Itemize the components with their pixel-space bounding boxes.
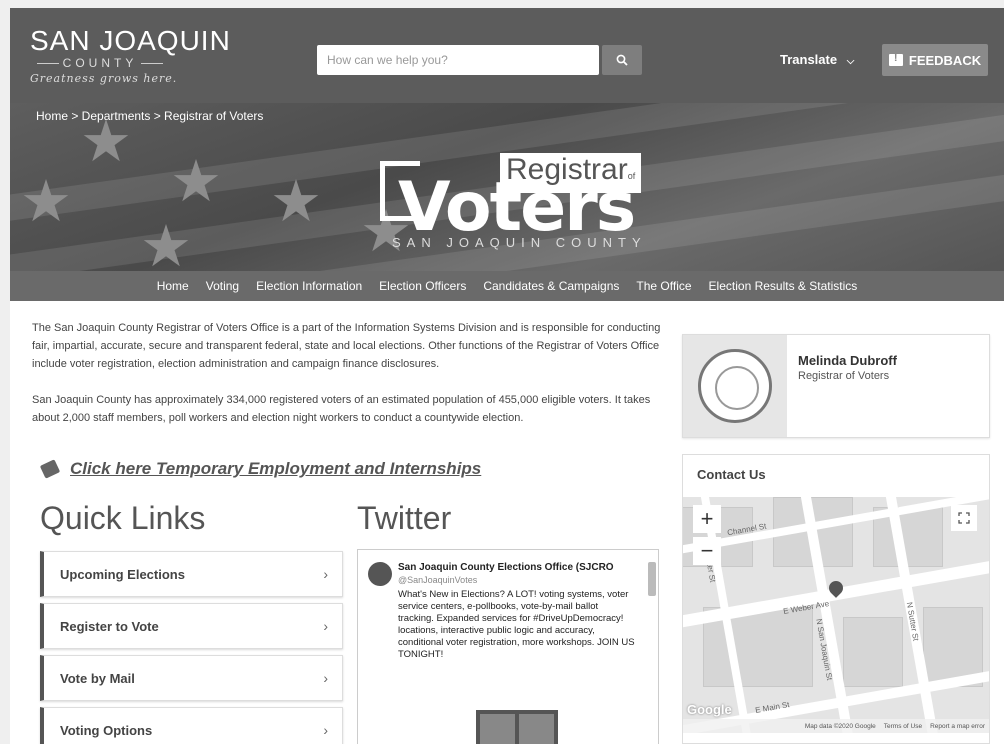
star-icon: ★ [140, 214, 192, 272]
twitter-heading: Twitter [357, 500, 452, 536]
logo-subtitle: COUNTY [30, 56, 170, 70]
nav-election-results[interactable]: Election Results & Statistics [709, 279, 858, 293]
intro-text: The San Joaquin County Registrar of Vote… [32, 319, 672, 427]
tweet-image-panel [480, 714, 515, 744]
quick-link-label: Register to Vote [60, 618, 159, 634]
nav-candidates-campaigns[interactable]: Candidates & Campaigns [483, 279, 619, 293]
nav-the-office[interactable]: The Office [636, 279, 691, 293]
google-logo: Google [687, 702, 732, 717]
site-header: SAN JOAQUIN COUNTY Greatness grows here.… [10, 8, 1004, 103]
page-frame: SAN JOAQUIN COUNTY Greatness grows here.… [10, 8, 1004, 744]
employment-link[interactable]: Click here Temporary Employment and Inte… [70, 459, 481, 479]
main-nav: Home Voting Election Information Electio… [10, 271, 1004, 301]
star-icon: ★ [20, 169, 72, 234]
chevron-right-icon: › [323, 722, 328, 738]
county-seal-wrap [683, 335, 787, 437]
quick-link-upcoming-elections[interactable]: Upcoming Elections › [40, 551, 343, 597]
logo-county: SAN JOAQUIN COUNTY [392, 235, 647, 250]
registrar-of-voters-logo: Registrarof Voters SAN JOAQUIN COUNTY [380, 151, 650, 251]
chevron-right-icon: › [323, 670, 328, 686]
profile-name: Melinda Dubroff [798, 353, 897, 368]
contact-card: Contact Us Channel St E Weber Ave E Main… [682, 454, 990, 744]
nav-election-information[interactable]: Election Information [256, 279, 362, 293]
tweet-author[interactable]: San Joaquin County Elections Office (SJC… [398, 562, 638, 573]
contact-heading: Contact Us [697, 467, 766, 482]
county-seal-icon [698, 349, 772, 423]
chevron-down-icon: ⌵ [846, 56, 855, 67]
registrar-profile-card: Melinda Dubroff Registrar of Voters [682, 334, 990, 438]
quick-link-label: Upcoming Elections [60, 566, 185, 582]
quick-link-register-to-vote[interactable]: Register to Vote › [40, 603, 343, 649]
star-icon: ★ [170, 149, 222, 214]
tweet-image-panel [519, 714, 554, 744]
twitter-avatar[interactable] [368, 562, 392, 586]
nav-voting[interactable]: Voting [206, 279, 239, 293]
tweet-text: What's New in Elections? A LOT! voting s… [398, 589, 635, 660]
employment-link-row: Click here Temporary Employment and Inte… [39, 459, 481, 479]
translate-dropdown[interactable]: Translate ⌵ [780, 52, 854, 67]
feedback-button[interactable]: FEEDBACK [882, 44, 988, 76]
twitter-scrollbar[interactable] [648, 562, 656, 596]
logo-voters: Voters [398, 168, 636, 247]
nav-home[interactable]: Home [157, 279, 189, 293]
intro-paragraph: The San Joaquin County Registrar of Vote… [32, 322, 661, 370]
zoom-in-button[interactable]: + [693, 505, 721, 533]
map-data-attribution: Map data ©2020 Google [804, 722, 876, 730]
star-icon: ★ [270, 169, 322, 234]
chevron-right-icon: › [323, 618, 328, 634]
map-footer: Map data ©2020 Google Terms of Use Repor… [683, 719, 989, 733]
tweet-image[interactable] [476, 710, 558, 744]
tweet-handle[interactable]: @SanJoaquinVotes [398, 575, 477, 585]
county-logo[interactable]: SAN JOAQUIN COUNTY Greatness grows here. [30, 25, 231, 86]
quick-link-label: Voting Options [60, 722, 153, 738]
map-block [843, 617, 903, 687]
nav-election-officers[interactable]: Election Officers [379, 279, 466, 293]
search-input[interactable] [317, 45, 599, 75]
megaphone-icon [39, 459, 61, 479]
zoom-out-button[interactable]: − [693, 537, 721, 565]
profile-title: Registrar of Voters [798, 370, 890, 382]
logo-title: SAN JOAQUIN [30, 25, 231, 56]
intro-paragraph: San Joaquin County has approximately 334… [32, 394, 651, 424]
quick-link-voting-options[interactable]: Voting Options › [40, 707, 343, 744]
twitter-feed[interactable]: San Joaquin County Elections Office (SJC… [357, 549, 659, 744]
map-report-link[interactable]: Report a map error [930, 723, 985, 730]
fullscreen-button[interactable] [951, 505, 977, 531]
search-icon [616, 54, 628, 66]
map-terms-link[interactable]: Terms of Use [884, 723, 922, 730]
chevron-right-icon: › [323, 566, 328, 582]
google-map[interactable]: Channel St E Weber Ave E Main St Hunter … [683, 497, 989, 733]
feedback-icon [888, 52, 903, 66]
breadcrumb[interactable]: Home > Departments > Registrar of Voters [36, 109, 263, 123]
hero-banner: ★ ★ ★ ★ ★ ★ Home > Departments > Registr… [10, 103, 1004, 271]
fullscreen-icon [958, 512, 970, 524]
feedback-label: FEEDBACK [908, 52, 982, 68]
quick-links-heading: Quick Links [40, 500, 206, 536]
search-button[interactable] [602, 45, 642, 75]
translate-label: Translate [780, 52, 838, 67]
quick-link-label: Vote by Mail [60, 670, 135, 686]
logo-tagline: Greatness grows here. [30, 72, 178, 85]
quick-link-vote-by-mail[interactable]: Vote by Mail › [40, 655, 343, 701]
